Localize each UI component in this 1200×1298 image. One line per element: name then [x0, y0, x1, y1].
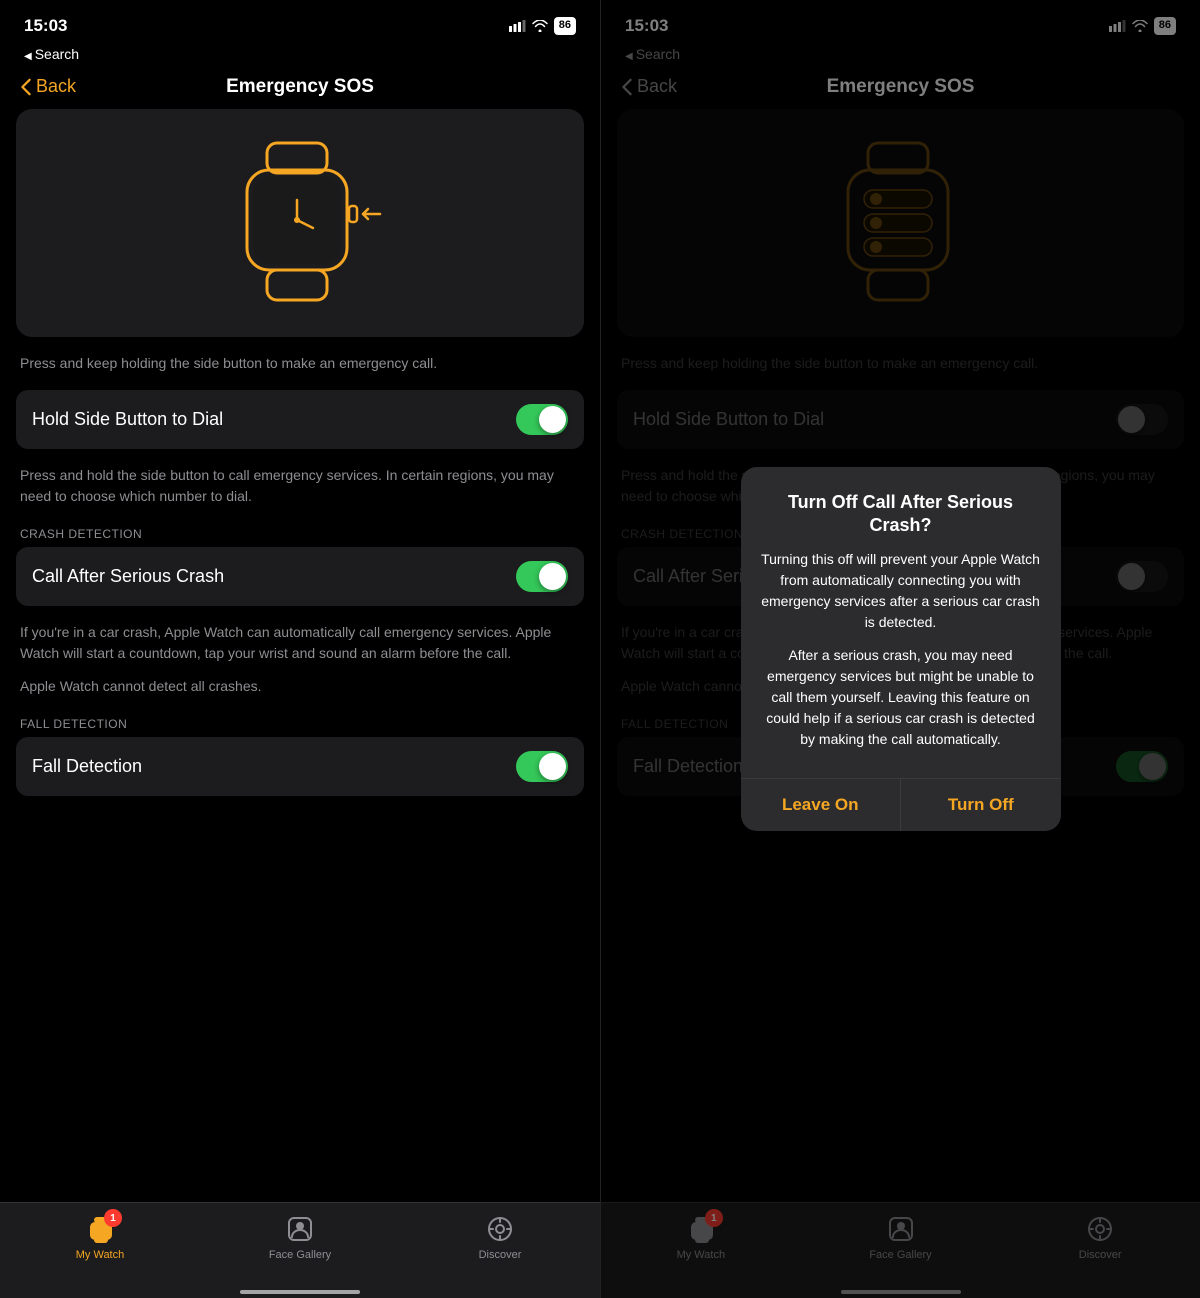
- crash-knob-left: [539, 563, 566, 590]
- hold-side-button-knob-left: [539, 406, 566, 433]
- face-gallery-label-left: Face Gallery: [269, 1249, 331, 1261]
- hold-side-button-label-left: Hold Side Button to Dial: [32, 409, 223, 430]
- fall-row-left[interactable]: Fall Detection: [16, 737, 584, 796]
- crash-note-left: Apple Watch cannot detect all crashes.: [16, 668, 584, 701]
- crash-toggle-left[interactable]: [516, 561, 568, 592]
- back-chevron-left: [20, 78, 32, 96]
- fall-toggle-left[interactable]: [516, 751, 568, 782]
- modal-paragraph2: After a serious crash, you may need emer…: [761, 645, 1041, 750]
- right-phone-screen: 15:03 86 Search Back Emerg: [600, 0, 1200, 1298]
- watch-card-left: [16, 109, 584, 337]
- my-watch-icon-wrap-left: 1: [84, 1213, 116, 1245]
- search-back-left[interactable]: Search: [24, 46, 79, 62]
- nav-title-left: Emergency SOS: [226, 76, 374, 98]
- modal-paragraph1: Turning this off will prevent your Apple…: [761, 549, 1041, 633]
- my-watch-badge-left: 1: [104, 1209, 122, 1227]
- fall-section-left: Fall Detection: [16, 737, 584, 796]
- signal-icon-left: [509, 20, 526, 32]
- watch-illustration-left: [200, 133, 400, 313]
- status-time-left: 15:03: [24, 16, 67, 36]
- watch-svg-left: [205, 138, 395, 308]
- wifi-icon-left: [532, 20, 548, 32]
- face-gallery-icon-wrap-left: [284, 1213, 316, 1245]
- turn-off-dialog: Turn Off Call After Serious Crash? Turni…: [741, 467, 1061, 832]
- tab-face-gallery-left[interactable]: Face Gallery: [200, 1213, 400, 1261]
- fall-knob-left: [539, 753, 566, 780]
- fall-section-label-left: FALL DETECTION: [16, 701, 584, 737]
- hold-side-button-toggle-left[interactable]: [516, 404, 568, 435]
- left-phone-screen: 15:03 86 Search Back Emerg: [0, 0, 600, 1298]
- nav-header-left: Back Emergency SOS: [0, 68, 600, 109]
- crash-section-label-left: CRASH DETECTION: [16, 511, 584, 547]
- discover-icon-left: [486, 1215, 514, 1243]
- hold-side-description-left: Press and hold the side button to call e…: [16, 457, 584, 511]
- leave-on-button[interactable]: Leave On: [741, 779, 901, 831]
- hold-side-button-row-left[interactable]: Hold Side Button to Dial: [16, 390, 584, 449]
- discover-icon-wrap-left: [484, 1213, 516, 1245]
- tab-my-watch-left[interactable]: 1 My Watch: [0, 1213, 200, 1261]
- crash-label-left: Call After Serious Crash: [32, 566, 224, 587]
- crash-row-left[interactable]: Call After Serious Crash: [16, 547, 584, 606]
- turn-off-button[interactable]: Turn Off: [900, 779, 1061, 831]
- face-gallery-icon-left: [286, 1215, 314, 1243]
- fall-label-left: Fall Detection: [32, 756, 142, 777]
- home-indicator-left: [0, 1290, 600, 1298]
- status-bar-left: 15:03 86: [0, 0, 600, 44]
- modal-overlay-right[interactable]: Turn Off Call After Serious Crash? Turni…: [601, 0, 1200, 1298]
- crash-description-left: If you're in a car crash, Apple Watch ca…: [16, 614, 584, 668]
- hold-side-button-section-left: Hold Side Button to Dial: [16, 390, 584, 449]
- crash-section-left: Call After Serious Crash: [16, 547, 584, 606]
- tab-discover-left[interactable]: Discover: [400, 1213, 600, 1261]
- tab-bar-left: 1 My Watch Face Gallery: [0, 1202, 600, 1290]
- scroll-content-left[interactable]: Press and keep holding the side button t…: [0, 109, 600, 1202]
- modal-actions: Leave On Turn Off: [741, 778, 1061, 831]
- battery-left: 86: [554, 17, 576, 34]
- modal-title: Turn Off Call After Serious Crash?: [761, 491, 1041, 538]
- my-watch-label-left: My Watch: [76, 1249, 125, 1261]
- watch-description-left: Press and keep holding the side button t…: [16, 353, 584, 390]
- nav-back-left[interactable]: Back: [20, 76, 76, 97]
- modal-body: Turn Off Call After Serious Crash? Turni…: [741, 467, 1061, 779]
- search-bar-left: Search: [0, 44, 600, 68]
- status-icons-left: 86: [509, 17, 576, 34]
- home-bar-left: [240, 1290, 360, 1294]
- discover-label-left: Discover: [479, 1249, 522, 1261]
